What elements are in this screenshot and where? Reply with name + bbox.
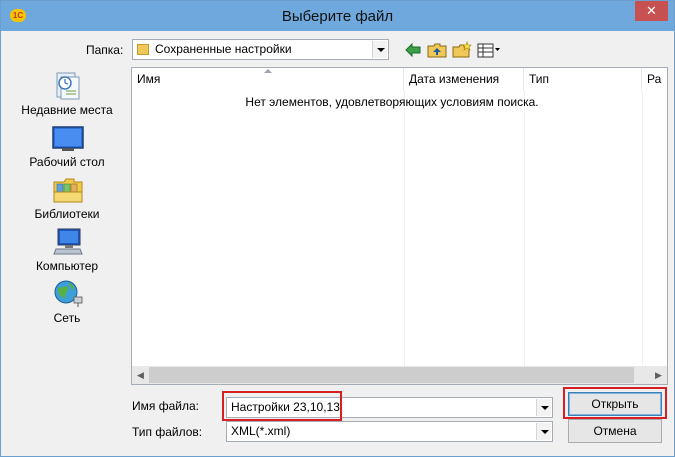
column-header-size[interactable]: Ра: [642, 68, 667, 90]
place-network[interactable]: Сеть: [11, 275, 123, 325]
place-recent[interactable]: Недавние места: [11, 67, 123, 117]
column-header-label: Имя: [137, 72, 161, 86]
desktop-icon: [52, 126, 84, 151]
place-label: Недавние места: [21, 103, 113, 117]
column-divider: [524, 90, 525, 366]
scrollbar-thumb[interactable]: [149, 367, 634, 383]
dialog-title: Выберите файл: [281, 8, 394, 25]
file-list[interactable]: Имя Дата изменения Тип Ра Нет элементов,…: [131, 67, 668, 385]
look-in-dropdown[interactable]: Сохраненные настройки: [132, 39, 389, 60]
cancel-button[interactable]: Отмена: [568, 419, 662, 443]
recent-places-icon: [56, 72, 80, 100]
place-libraries[interactable]: Библиотеки: [11, 171, 123, 221]
place-label: Компьютер: [35, 259, 99, 273]
place-label: Сеть: [53, 311, 81, 325]
column-header-date[interactable]: Дата изменения: [404, 68, 524, 90]
scroll-left-icon[interactable]: ◀: [132, 366, 149, 384]
computer-icon: [53, 228, 83, 255]
column-header-type[interactable]: Тип: [524, 68, 642, 90]
chevron-down-icon[interactable]: [536, 423, 551, 440]
title-bar[interactable]: 1С Выберите файл ✕: [1, 1, 674, 31]
look-in-label: Папка:: [86, 43, 124, 57]
scroll-right-icon[interactable]: ▶: [650, 366, 667, 384]
chevron-down-icon[interactable]: [536, 399, 551, 416]
filename-value: Настройки 23,10,13: [231, 400, 340, 414]
place-label: Библиотеки: [34, 207, 100, 221]
place-desktop[interactable]: Рабочий стол: [11, 119, 123, 169]
filetype-label: Тип файлов:: [132, 425, 203, 439]
folder-icon: [137, 44, 149, 55]
back-arrow-icon[interactable]: [404, 41, 422, 59]
column-header-label: Дата изменения: [409, 72, 500, 86]
look-in-value: Сохраненные настройки: [155, 42, 292, 56]
filetype-value: XML(*.xml): [231, 424, 291, 438]
new-folder-icon[interactable]: [452, 41, 472, 59]
places-bar: Недавние места Рабочий стол Библиотеки К…: [11, 67, 123, 369]
view-menu-icon[interactable]: [477, 41, 501, 59]
place-label: Рабочий стол: [29, 155, 105, 169]
column-header-label: Тип: [529, 72, 550, 86]
filename-input[interactable]: Настройки 23,10,13: [226, 397, 553, 418]
column-header-label: Ра: [647, 72, 662, 86]
column-divider: [642, 90, 643, 366]
chevron-down-icon[interactable]: [372, 41, 387, 58]
filename-label: Имя файла:: [132, 399, 199, 413]
column-divider: [404, 90, 405, 366]
horizontal-scrollbar[interactable]: ◀ ▶: [132, 366, 667, 384]
network-icon: [54, 280, 83, 307]
up-folder-icon[interactable]: [427, 41, 447, 59]
open-button[interactable]: Открыть: [568, 392, 662, 416]
file-open-dialog: 1С Выберите файл ✕ Папка: Сохраненные на…: [0, 0, 675, 457]
empty-message: Нет элементов, удовлетворяющих условиям …: [245, 95, 539, 109]
libraries-icon: [53, 178, 83, 203]
filetype-dropdown[interactable]: XML(*.xml): [226, 421, 553, 442]
sort-ascending-icon: [264, 69, 272, 73]
close-button[interactable]: ✕: [635, 1, 668, 21]
place-computer[interactable]: Компьютер: [11, 223, 123, 273]
